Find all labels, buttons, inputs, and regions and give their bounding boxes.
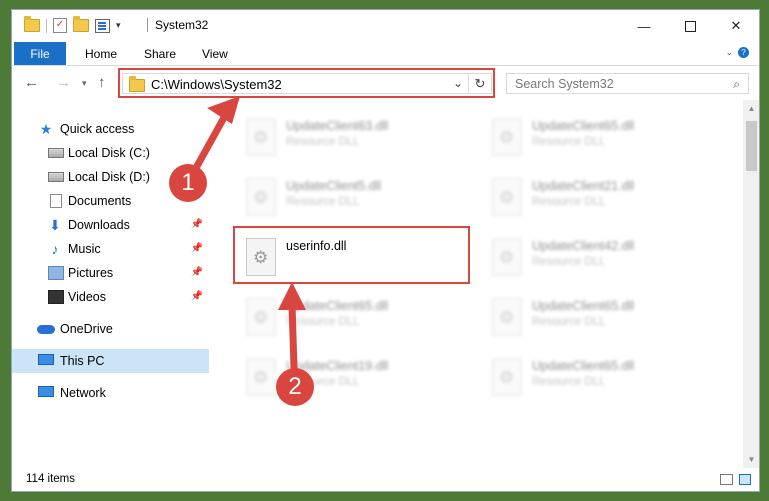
- dll-file-icon: [246, 298, 276, 336]
- qat-customize-dropdown-icon[interactable]: ▾: [116, 20, 121, 31]
- back-arrow-icon[interactable]: ←: [24, 74, 39, 91]
- drive-icon: [48, 148, 64, 158]
- details-view-icon[interactable]: [720, 474, 733, 485]
- tab-file[interactable]: File: [14, 42, 66, 65]
- step-1-badge: 1: [169, 164, 207, 202]
- network-icon: [38, 386, 54, 397]
- search-box[interactable]: Search System32 ⌕: [506, 73, 749, 94]
- file-list: UpdateClient63.dll Resource DLL UpdateCl…: [210, 100, 743, 468]
- tab-view[interactable]: View: [202, 42, 228, 65]
- file-item[interactable]: UpdateClient65.dll Resource DLL: [236, 290, 466, 346]
- status-bar: 114 items: [12, 468, 759, 491]
- ribbon-expand-icon[interactable]: ⌄: [725, 47, 733, 58]
- file-item[interactable]: UpdateClient21.dll Resource DLL: [482, 170, 712, 226]
- pin-icon[interactable]: 📌: [191, 267, 203, 278]
- tab-share[interactable]: Share: [144, 42, 176, 65]
- properties-icon[interactable]: [95, 18, 110, 33]
- file-item[interactable]: UpdateClient19.dll Resource DLL: [236, 350, 466, 406]
- minimize-button[interactable]: —: [621, 10, 667, 42]
- folder-icon: [24, 16, 40, 32]
- pictures-icon: [48, 266, 64, 280]
- pin-icon[interactable]: 📌: [191, 291, 203, 302]
- dll-file-icon: [492, 238, 522, 276]
- videos-icon: [48, 290, 64, 304]
- maximize-icon: [684, 20, 696, 32]
- minimize-icon: —: [637, 18, 651, 34]
- close-icon: ✕: [730, 18, 742, 33]
- file-item[interactable]: UpdateClient42.dll Resource DLL: [482, 230, 712, 286]
- drive-icon: [48, 172, 64, 182]
- dll-file-icon: [246, 178, 276, 216]
- new-folder-icon[interactable]: [73, 16, 89, 32]
- dll-file-icon: [246, 358, 276, 396]
- dll-file-icon: [246, 118, 276, 156]
- up-arrow-icon[interactable]: ↑: [98, 74, 106, 91]
- nav-item-local-disk-c[interactable]: Local Disk (C:): [12, 141, 209, 165]
- large-icons-view-icon[interactable]: [739, 474, 751, 485]
- documents-icon: [50, 194, 62, 208]
- search-icon[interactable]: ⌕: [733, 77, 740, 92]
- scroll-down-icon[interactable]: ▼: [743, 451, 759, 468]
- downloads-icon: ⬇: [49, 217, 61, 233]
- scrollbar-thumb[interactable]: [746, 121, 757, 171]
- dll-file-icon: [492, 178, 522, 216]
- nav-item-network[interactable]: Network: [12, 381, 209, 405]
- file-item[interactable]: UpdateClient63.dll Resource DLL: [236, 110, 466, 166]
- pin-icon[interactable]: 📌: [191, 219, 203, 230]
- tab-home[interactable]: Home: [85, 42, 117, 65]
- nav-item-videos[interactable]: Videos 📌: [12, 285, 209, 309]
- navigation-pane: ★ Quick access Local Disk (C:) Local Dis…: [12, 100, 209, 468]
- ribbon: File Home Share View ⌄ ?: [12, 42, 759, 66]
- file-item[interactable]: UpdateClient5.dll Resource DLL: [236, 170, 466, 226]
- quick-access-toolbar: ✓ ▾: [24, 16, 121, 33]
- help-icon[interactable]: ?: [738, 47, 749, 58]
- star-icon: ★: [39, 121, 53, 137]
- dll-file-icon: [492, 298, 522, 336]
- file-item[interactable]: UpdateClient65.dll Resource DLL: [482, 350, 712, 406]
- nav-item-downloads[interactable]: ⬇ Downloads 📌: [12, 213, 209, 237]
- dll-file-icon: [492, 118, 522, 156]
- address-bar-highlight: [118, 68, 495, 98]
- nav-item-this-pc[interactable]: This PC: [12, 349, 209, 373]
- nav-item-onedrive[interactable]: OneDrive: [12, 317, 209, 341]
- dll-file-icon: [492, 358, 522, 396]
- vertical-scrollbar[interactable]: ▲ ▼: [743, 100, 759, 468]
- scroll-up-icon[interactable]: ▲: [743, 100, 759, 117]
- properties-check-icon[interactable]: ✓: [53, 18, 67, 33]
- step-2-badge: 2: [276, 368, 314, 406]
- nav-item-music[interactable]: ♪ Music 📌: [12, 237, 209, 261]
- recent-locations-icon[interactable]: ▾: [82, 78, 87, 89]
- file-item[interactable]: UpdateClient65.dll Resource DLL: [482, 110, 712, 166]
- music-icon: ♪: [51, 241, 59, 257]
- this-pc-icon: [38, 354, 54, 365]
- forward-arrow-icon[interactable]: →: [56, 74, 71, 91]
- file-highlight: [233, 226, 470, 284]
- file-item[interactable]: UpdateClient65.dll Resource DLL: [482, 290, 712, 346]
- close-button[interactable]: ✕: [713, 10, 759, 42]
- title-bar: ✓ ▾ System32 — ✕: [12, 10, 759, 42]
- window-title: System32: [155, 18, 209, 32]
- pin-icon[interactable]: 📌: [191, 243, 203, 254]
- item-count: 114 items: [26, 473, 76, 485]
- nav-item-quick-access[interactable]: ★ Quick access: [12, 117, 209, 141]
- search-input[interactable]: Search System32: [515, 77, 614, 91]
- onedrive-icon: [37, 325, 55, 334]
- maximize-button[interactable]: [667, 10, 713, 42]
- nav-item-pictures[interactable]: Pictures 📌: [12, 261, 209, 285]
